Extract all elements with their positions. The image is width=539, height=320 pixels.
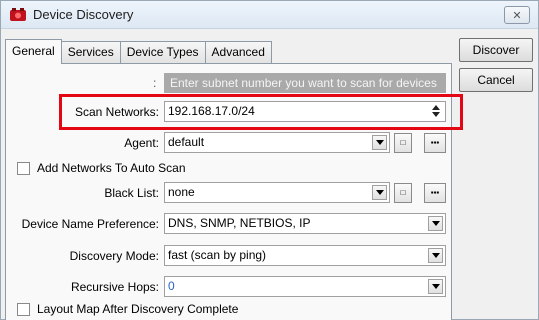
add-networks-checkbox[interactable] [17,162,30,175]
black-list-value: none [168,185,195,199]
layout-map-label: Layout Map After Discovery Complete [37,302,239,316]
black-list-select[interactable]: none [164,182,390,203]
tab-general[interactable]: General [5,39,62,64]
tab-device-types[interactable]: Device Types [119,41,206,63]
chevron-down-icon[interactable] [372,135,387,150]
name-pref-value: DNS, SNMP, NETBIOS, IP [168,216,311,230]
device-icon [10,8,26,21]
discovery-mode-value: fast (scan by ping) [168,248,267,262]
name-pref-label: Device Name Preference: [21,217,159,231]
recursive-hops-select[interactable]: 0 [164,276,446,297]
black-list-small-button[interactable]: □ [394,183,412,203]
chevron-down-icon[interactable] [372,185,387,200]
agent-label: Agent: [124,136,159,150]
black-list-label: Black List: [104,186,159,200]
chevron-down-icon[interactable] [428,279,443,294]
agent-value: default [168,135,205,149]
agent-more-button[interactable]: ▪▪▪ [424,133,446,153]
highlight-box [59,94,463,130]
close-button[interactable]: ✕ [504,6,530,24]
agent-select[interactable]: default [164,132,390,153]
name-pref-select[interactable]: DNS, SNMP, NETBIOS, IP [164,213,446,234]
title-bar: Device Discovery ✕ [1,1,538,29]
layout-map-checkbox[interactable] [17,303,30,316]
chevron-down-icon[interactable] [428,248,443,263]
tab-services[interactable]: Services [60,41,121,63]
subnet-hint: Enter subnet number you want to scan for… [164,73,446,93]
agent-small-button[interactable]: □ [394,133,412,153]
recursive-hops-value: 0 [168,279,175,293]
cancel-button[interactable]: Cancel [459,68,533,92]
window-title: Device Discovery [33,7,134,22]
black-list-more-button[interactable]: ▪▪▪ [424,183,446,203]
discover-button[interactable]: Discover [459,38,533,62]
close-icon: ✕ [512,9,522,22]
chevron-down-icon[interactable] [428,216,443,231]
tab-bar: General Services Device Types Advanced [5,39,272,64]
recursive-hops-label: Recursive Hops: [70,280,159,294]
device-discovery-window: Device Discovery ✕ General Services Devi… [0,0,539,320]
subnet-colon: : [153,76,157,90]
discovery-mode-select[interactable]: fast (scan by ping) [164,245,446,266]
discovery-mode-label: Discovery Mode: [69,249,159,263]
add-networks-label: Add Networks To Auto Scan [37,161,186,175]
tab-advanced[interactable]: Advanced [204,41,272,63]
